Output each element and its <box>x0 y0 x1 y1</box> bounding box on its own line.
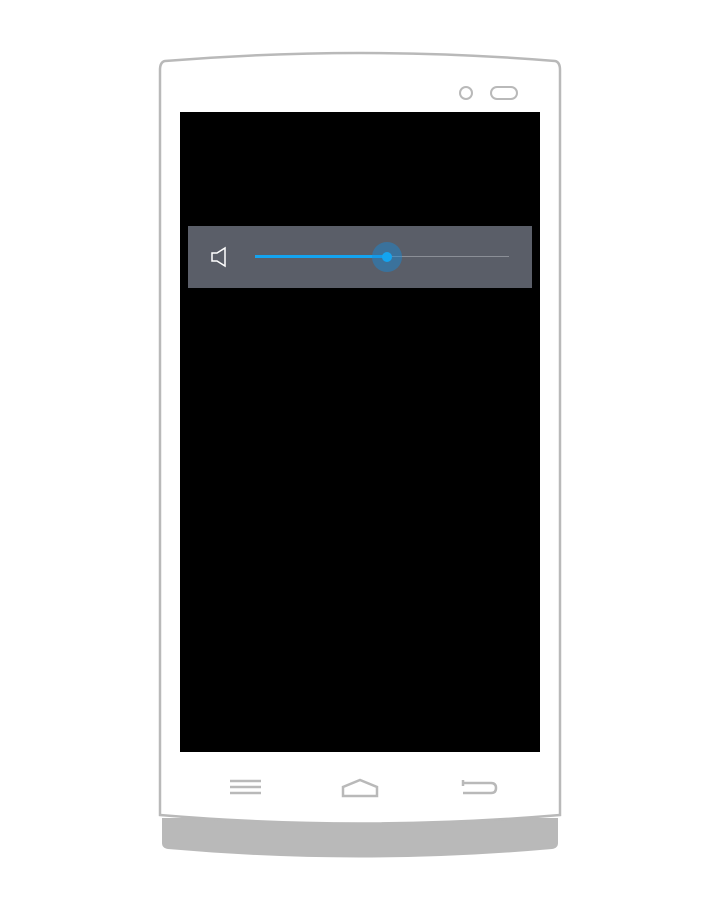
screen <box>180 112 540 752</box>
menu-icon[interactable] <box>229 776 263 798</box>
volume-slider-fill <box>255 255 388 258</box>
speaker-icon[interactable] <box>210 246 230 268</box>
volume-dialog <box>188 226 532 288</box>
home-icon[interactable] <box>340 776 382 800</box>
back-icon[interactable] <box>460 776 498 800</box>
volume-slider[interactable] <box>255 242 509 272</box>
